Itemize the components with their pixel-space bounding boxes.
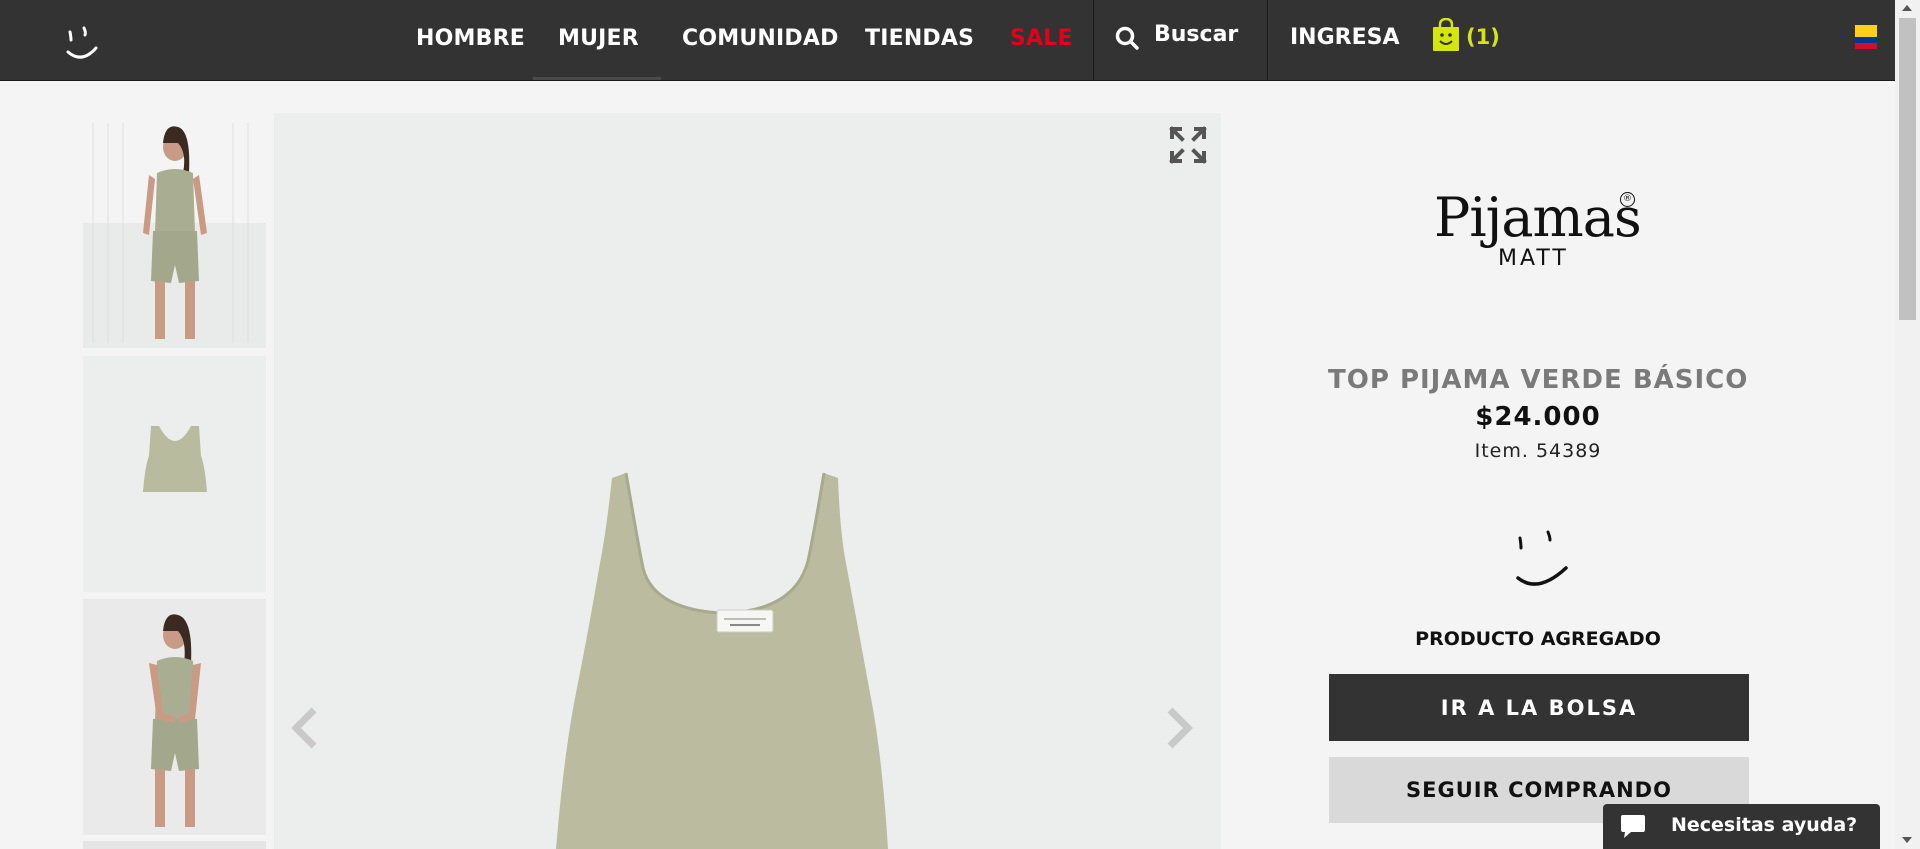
chat-bubble-icon (1621, 815, 1645, 838)
page-scrollbar[interactable] (1895, 0, 1920, 849)
help-chat-label: Necesitas ayuda? (1671, 814, 1858, 836)
login-link[interactable]: INGRESA (1290, 25, 1400, 50)
smile-icon (1516, 530, 1568, 586)
nav-sale[interactable]: SALE (1010, 24, 1073, 54)
fullscreen-expand-icon[interactable] (1168, 125, 1208, 165)
help-chat-button[interactable]: Necesitas ayuda? (1603, 804, 1880, 849)
search-label: Buscar (1154, 22, 1239, 47)
nav-hombre[interactable]: HOMBRE (416, 24, 525, 54)
colombia-flag-icon[interactable] (1855, 25, 1877, 49)
scroll-down-arrow-icon[interactable] (1902, 837, 1912, 843)
scroll-thumb[interactable] (1899, 18, 1916, 320)
chevron-right-icon[interactable] (1164, 706, 1194, 750)
brand-logo: Pijamas ® MATT (1420, 180, 1642, 280)
chevron-left-icon[interactable] (290, 706, 320, 750)
product-title: TOP PIJAMA VERDE BÁSICO (1328, 365, 1749, 395)
smile-logo-icon[interactable] (60, 18, 110, 64)
nav-comunidad[interactable]: COMUNIDAD (682, 24, 839, 54)
bag-count[interactable]: (1) (1466, 25, 1500, 49)
model-front-thumbnail[interactable] (83, 113, 266, 348)
brand-registered-mark: ® (1620, 192, 1635, 207)
model-pose-thumbnail[interactable] (83, 599, 266, 835)
go-to-bag-button[interactable]: IR A LA BOLSA (1329, 674, 1749, 741)
top-product-thumbnail[interactable] (83, 356, 266, 592)
search-icon (1115, 26, 1139, 50)
header-divider (1267, 0, 1268, 80)
more-thumbnail[interactable] (83, 841, 266, 849)
search-button[interactable]: Buscar (1094, 0, 1267, 80)
nav-mujer[interactable]: MUJER (558, 24, 639, 54)
green-tank-top-image[interactable] (274, 113, 1221, 849)
brand-sub: MATT (1498, 246, 1569, 271)
product-price: $24.000 (1475, 402, 1601, 432)
shopping-bag-icon[interactable] (1432, 18, 1460, 52)
scroll-up-arrow-icon[interactable] (1902, 5, 1912, 11)
nav-active-indicator (533, 77, 661, 80)
product-item-number: Item. 54389 (1474, 440, 1602, 462)
nav-tiendas[interactable]: TIENDAS (865, 24, 974, 54)
brand-name: Pijamas (1434, 186, 1642, 249)
top-navigation-bar: HOMBRE MUJER COMUNIDAD TIENDAS SALE Busc… (0, 0, 1895, 81)
product-added-label: PRODUCTO AGREGADO (1415, 628, 1661, 650)
